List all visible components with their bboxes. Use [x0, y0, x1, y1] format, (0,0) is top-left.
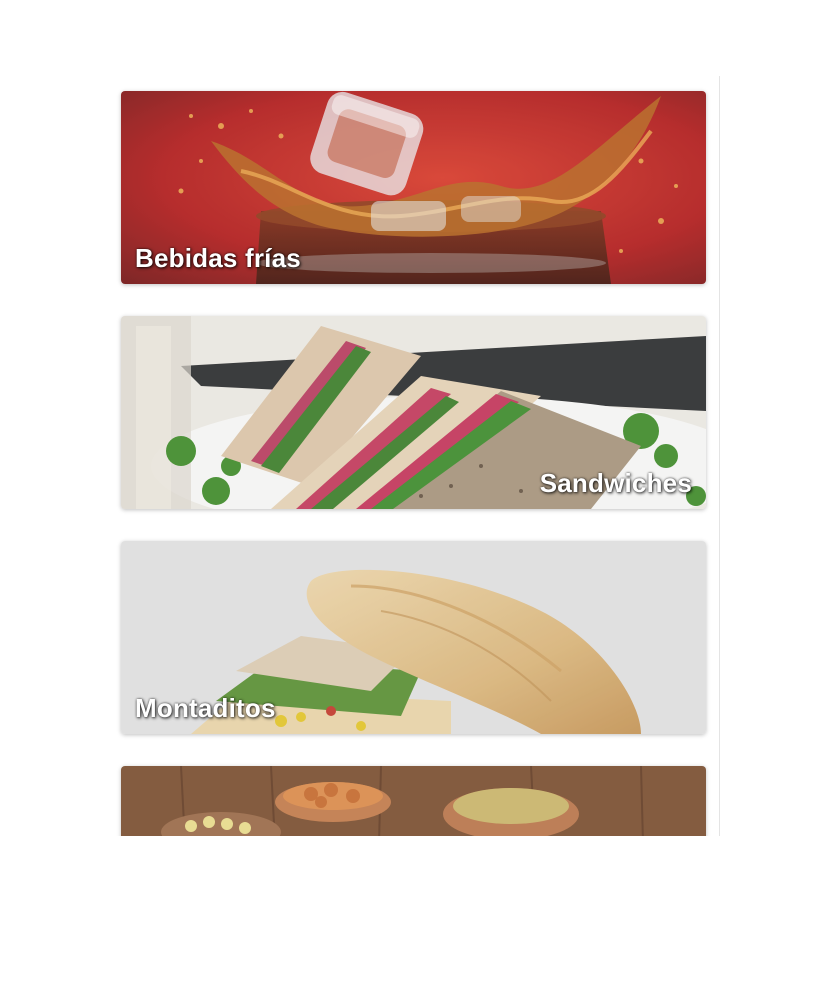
category-card-bebidas-frias[interactable]: Bebidas frías [121, 91, 706, 284]
category-scroll-area[interactable]: Bebidas frías Sandwiches Montaditos [112, 76, 718, 836]
category-card-sandwiches[interactable]: Sandwiches [121, 316, 706, 509]
scrollbar-track[interactable] [719, 76, 720, 836]
category-card-tapas[interactable] [121, 766, 706, 836]
category-list: Bebidas frías Sandwiches Montaditos [112, 76, 718, 836]
category-label: Bebidas frías [135, 243, 301, 273]
category-label: Sandwiches [539, 468, 692, 498]
card-overlay [121, 766, 706, 836]
category-card-montaditos[interactable]: Montaditos [121, 541, 706, 734]
category-label: Montaditos [135, 693, 276, 723]
app-viewport: Bebidas frías Sandwiches Montaditos [0, 0, 833, 992]
